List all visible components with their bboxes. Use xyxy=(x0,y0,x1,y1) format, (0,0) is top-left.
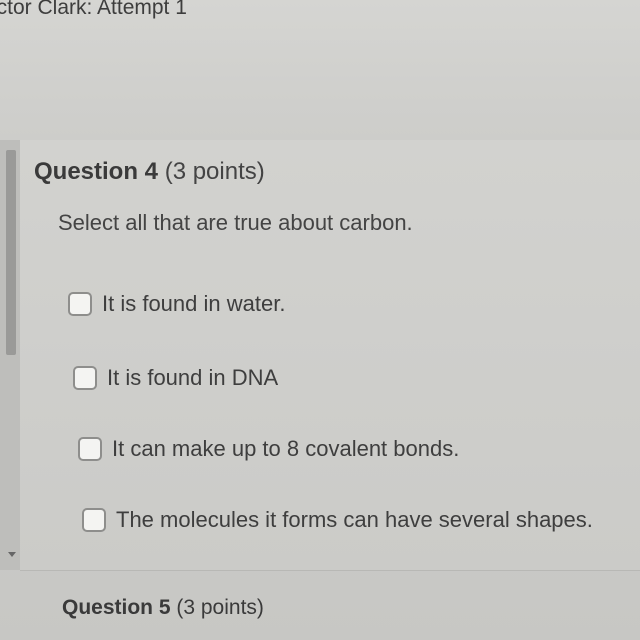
answer-option-2[interactable]: It is found in DNA xyxy=(73,365,278,391)
answer-option-3[interactable]: It can make up to 8 covalent bonds. xyxy=(78,436,459,462)
next-question-points: (3 points) xyxy=(176,596,264,619)
next-question-number: Question 5 xyxy=(62,596,171,619)
next-question-heading: Question 5 (3 points) xyxy=(62,596,264,620)
checkbox-4[interactable] xyxy=(82,508,106,532)
question-number: Question 4 xyxy=(34,158,159,185)
question-prompt: Select all that are true about carbon. xyxy=(58,210,413,235)
divider xyxy=(20,570,640,571)
option-label-2: It is found in DNA xyxy=(107,365,279,390)
answer-option-1[interactable]: It is found in water. xyxy=(68,291,285,317)
header-area xyxy=(0,0,640,140)
checkbox-1[interactable] xyxy=(68,292,92,316)
attempt-title: ictor Clark: Attempt 1 xyxy=(0,0,187,19)
option-label-4: The molecules it forms can have several … xyxy=(116,507,593,532)
option-label-3: It can make up to 8 covalent bonds. xyxy=(112,436,460,461)
checkbox-2[interactable] xyxy=(73,366,97,390)
scroll-down-arrow-icon[interactable] xyxy=(8,552,16,557)
question-panel xyxy=(20,140,640,570)
question-points: (3 points) xyxy=(164,158,265,185)
checkbox-3[interactable] xyxy=(78,437,102,461)
scrollbar-thumb[interactable] xyxy=(6,150,16,355)
quiz-screen: ictor Clark: Attempt 1 Question 4 (3 poi… xyxy=(0,0,640,640)
question-heading: Question 4 (3 points) xyxy=(34,158,265,186)
option-label-1: It is found in water. xyxy=(102,291,286,316)
answer-option-4[interactable]: The molecules it forms can have several … xyxy=(82,507,593,533)
